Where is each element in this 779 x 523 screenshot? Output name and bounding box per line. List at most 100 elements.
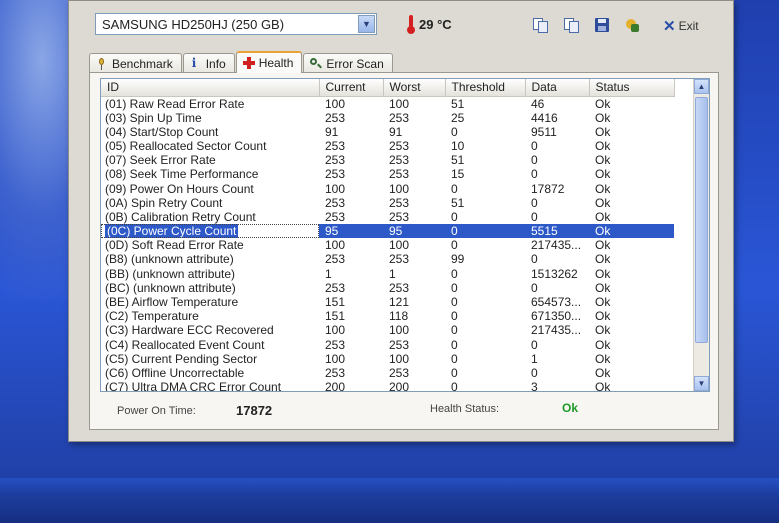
cell-data: 9511 — [531, 124, 557, 139]
cell-id: (0C) Power Cycle Count — [101, 224, 319, 239]
exit-button[interactable]: ✕ Exit — [663, 17, 699, 35]
cell-status: Ok — [595, 351, 611, 366]
cell-id: (BC) (unknown attribute) — [105, 280, 236, 295]
table-row[interactable]: (0C) Power Cycle Count 95 95 0 5515 Ok — [101, 224, 674, 239]
tab-info[interactable]: Info — [182, 53, 235, 73]
table-row[interactable]: (BC) (unknown attribute) 253 253 0 0 Ok — [101, 281, 674, 295]
cell-current: 100 — [325, 238, 346, 253]
copy-info-button[interactable] — [530, 15, 550, 35]
cell-current: 95 — [319, 224, 383, 239]
cell-threshold: 51 — [451, 96, 465, 111]
table-row[interactable]: (01) Raw Read Error Rate 100 100 51 46 Ok — [101, 96, 674, 111]
options-icon — [625, 18, 639, 32]
cell-worst: 100 — [389, 351, 410, 366]
cell-data: 0 — [531, 280, 538, 295]
table-row[interactable]: (07) Seek Error Rate 253 253 51 0 Ok — [101, 153, 674, 167]
smart-attributes-list[interactable]: ID Current Worst Threshold Data Status (… — [100, 78, 710, 392]
table-row[interactable]: (BB) (unknown attribute) 1 1 0 1513262 Ok — [101, 267, 674, 281]
cell-worst: 100 — [389, 96, 410, 111]
cell-data: 5515 — [525, 224, 589, 239]
table-row[interactable]: (0D) Soft Read Error Rate 100 100 0 217435..… — [101, 238, 674, 252]
cell-current: 253 — [325, 337, 346, 352]
cell-id: (0A) Spin Retry Count — [105, 195, 223, 210]
copy-screenshot-button[interactable] — [561, 15, 581, 35]
cell-threshold: 0 — [451, 181, 458, 196]
cell-data: 217435... — [531, 323, 582, 338]
cell-data: 0 — [531, 209, 538, 224]
table-row[interactable]: (C3) Hardware ECC Recovered 100 100 0 217435… — [101, 323, 674, 337]
health-panel: ID Current Worst Threshold Data Status (… — [89, 72, 719, 430]
scroll-up-button[interactable]: ▲ — [694, 79, 709, 94]
table-row[interactable]: (0B) Calibration Retry Count 253 253 0 0 Ok — [101, 210, 674, 224]
cell-status: Ok — [595, 337, 611, 352]
cell-current: 253 — [325, 209, 346, 224]
cell-worst: 253 — [389, 209, 410, 224]
table-row[interactable]: (C6) Offline Uncorrectable 253 253 0 0 Ok — [101, 366, 674, 380]
cell-current: 253 — [325, 110, 346, 125]
tab-benchmark[interactable]: Benchmark — [89, 53, 182, 73]
table-row[interactable]: (05) Reallocated Sector Count 253 253 10 0 Ok — [101, 139, 674, 153]
vertical-scrollbar[interactable]: ▲ ▼ — [693, 79, 709, 391]
cell-threshold: 0 — [451, 323, 458, 338]
table-row[interactable]: (0A) Spin Retry Count 253 253 51 0 Ok — [101, 196, 674, 210]
table-row[interactable]: (03) Spin Up Time 253 253 25 4416 Ok — [101, 111, 674, 125]
cell-status: Ok — [589, 224, 674, 239]
cell-data: 4416 — [531, 110, 558, 125]
info-icon — [190, 56, 201, 70]
scroll-down-button[interactable]: ▼ — [694, 376, 709, 391]
copy-screenshot-icon — [564, 18, 579, 33]
chevron-down-icon[interactable]: ▼ — [358, 15, 375, 33]
cell-id: (C3) Hardware ECC Recovered — [105, 323, 274, 338]
options-button[interactable] — [622, 15, 642, 35]
cell-data: 1513262 — [531, 266, 578, 281]
column-header-id[interactable]: ID — [101, 79, 320, 97]
cell-current: 100 — [325, 181, 346, 196]
table-row[interactable]: (C4) Reallocated Event Count 253 253 0 0 Ok — [101, 338, 674, 352]
drive-select[interactable]: SAMSUNG HD250HJ (250 GB) ▼ — [95, 13, 377, 35]
error-scan-icon — [310, 57, 321, 70]
scrollbar-thumb[interactable] — [695, 97, 708, 343]
table-row[interactable]: (B8) (unknown attribute) 253 253 99 0 Ok — [101, 252, 674, 266]
column-header-data[interactable]: Data — [525, 79, 590, 97]
cell-id: (B8) (unknown attribute) — [105, 252, 234, 267]
health-status-value: Ok — [562, 401, 579, 415]
cell-worst: 253 — [389, 280, 410, 295]
cell-worst: 121 — [389, 295, 410, 310]
table-row[interactable]: (04) Start/Stop Count 91 91 0 9511 Ok — [101, 125, 674, 139]
column-header-threshold[interactable]: Threshold — [445, 79, 526, 97]
table-row[interactable]: (09) Power On Hours Count 100 100 0 17872 Ok — [101, 181, 674, 196]
cell-threshold: 0 — [451, 380, 458, 392]
column-header-status[interactable]: Status — [589, 79, 675, 97]
cell-threshold: 0 — [445, 224, 525, 239]
save-button[interactable] — [592, 15, 612, 35]
thermometer-icon — [407, 15, 415, 34]
temperature-display: 29 °C — [407, 15, 452, 34]
tab-error-scan[interactable]: Error Scan — [303, 53, 393, 73]
cell-current: 253 — [325, 365, 346, 380]
cell-current: 253 — [325, 280, 346, 295]
copy-icon — [533, 18, 548, 33]
health-footer: Power On Time: 17872 Health Status: Ok — [90, 399, 718, 421]
cell-threshold: 51 — [451, 153, 465, 168]
cell-id: (C6) Offline Uncorrectable — [105, 365, 245, 380]
temperature-value: 29 °C — [419, 16, 452, 32]
cell-id: (04) Start/Stop Count — [105, 124, 219, 139]
selected-id-text: (0C) Power Cycle Count — [105, 224, 239, 239]
cell-data: 0 — [531, 138, 538, 153]
cell-id: (08) Seek Time Performance — [105, 167, 259, 182]
cell-worst: 253 — [389, 167, 410, 182]
cell-status: Ok — [595, 181, 611, 196]
column-header-current[interactable]: Current — [319, 79, 384, 97]
cell-id: (BE) Airflow Temperature — [105, 295, 239, 310]
tab-health[interactable]: Health — [235, 51, 303, 73]
cell-data: 217435... — [531, 238, 582, 253]
table-row[interactable]: (BE) Airflow Temperature 151 121 0 654573...… — [101, 295, 674, 309]
table-row[interactable]: (08) Seek Time Performance 253 253 15 0 Ok — [101, 167, 674, 181]
column-header-worst[interactable]: Worst — [383, 79, 446, 97]
cell-current: 253 — [325, 252, 346, 267]
table-row[interactable]: (C7) Ultra DMA CRC Error Count 200 200 0 3 Ok — [101, 380, 674, 392]
table-row[interactable]: (C5) Current Pending Sector 100 100 0 1 Ok — [101, 352, 674, 366]
table-row[interactable]: (C2) Temperature 151 118 0 671350... Ok — [101, 309, 674, 323]
cell-worst: 253 — [389, 365, 410, 380]
cell-threshold: 0 — [451, 337, 458, 352]
